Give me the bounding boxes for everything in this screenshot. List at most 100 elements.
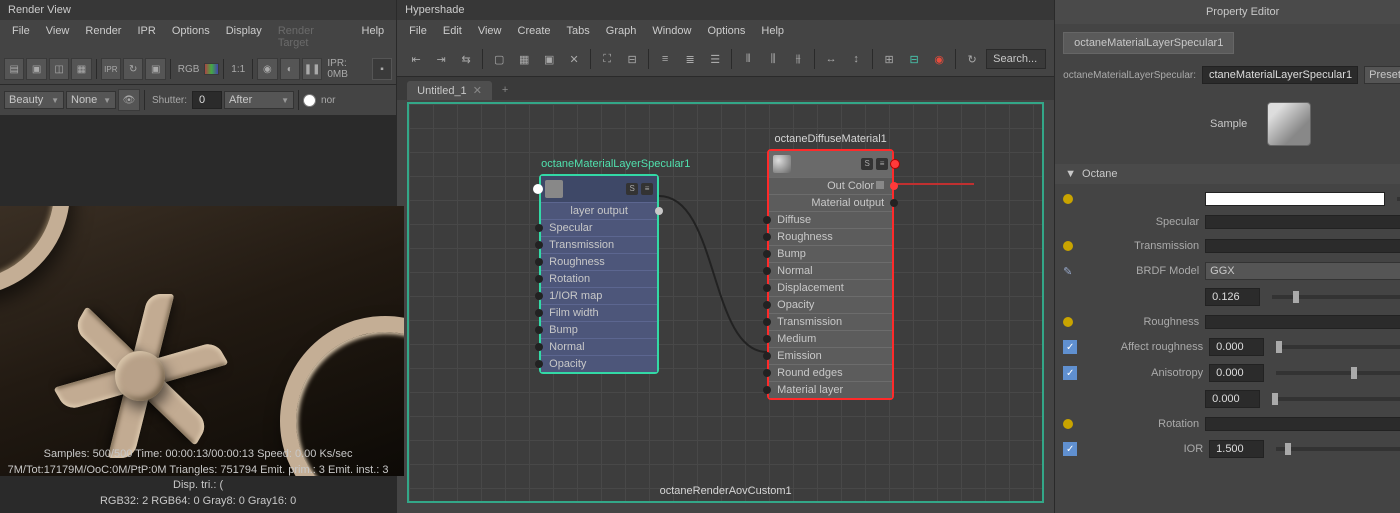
render-seq-icon[interactable]: ▦ xyxy=(71,58,91,80)
affect-roughness-checkbox[interactable]: ✓ xyxy=(1063,340,1077,354)
add-tab-button[interactable]: + xyxy=(494,81,516,100)
affect-roughness-field[interactable]: 0.000 xyxy=(1209,338,1264,356)
graph-io-icon[interactable]: ⇆ xyxy=(455,48,477,70)
solo-icon[interactable]: ◉ xyxy=(928,48,950,70)
rearrange-icon[interactable]: ▦ xyxy=(513,48,535,70)
node-opts-icon[interactable]: ≡ xyxy=(641,183,653,195)
hs-menu-help[interactable]: Help xyxy=(753,22,792,40)
align-top-icon[interactable]: ⫴ xyxy=(737,48,759,70)
status-dot-icon[interactable] xyxy=(1063,419,1073,429)
input-roughness[interactable]: Roughness xyxy=(541,253,657,270)
presets-dropdown[interactable]: Presets xyxy=(1364,66,1400,84)
add-selected-icon[interactable]: ▣ xyxy=(538,48,560,70)
node-aov-custom[interactable]: octaneRenderAovCustom1 xyxy=(409,485,1042,497)
status-dot-icon[interactable] xyxy=(1063,317,1073,327)
output-outcolor[interactable]: Out Color xyxy=(769,177,892,194)
rotation-value-field[interactable]: 0.000 xyxy=(1205,390,1260,408)
node-diffuse-material[interactable]: octaneDiffuseMaterial1 S≡ Out Color Mate… xyxy=(767,149,894,400)
specular-color-swatch[interactable] xyxy=(1205,192,1385,206)
align-left-icon[interactable]: ≡ xyxy=(654,48,676,70)
hs-menu-file[interactable]: File xyxy=(401,22,435,40)
anisotropy-checkbox[interactable]: ✓ xyxy=(1063,366,1077,380)
menu-options[interactable]: Options xyxy=(164,22,218,52)
ior-slider[interactable] xyxy=(1276,447,1400,451)
node-min-icon[interactable]: S xyxy=(626,183,638,195)
hs-menu-options[interactable]: Options xyxy=(699,22,753,40)
input-normal[interactable]: Normal xyxy=(541,338,657,355)
menu-ipr[interactable]: IPR xyxy=(129,22,163,52)
specular-tex-slot[interactable] xyxy=(1205,215,1400,229)
transmission-slot[interactable] xyxy=(1205,239,1400,253)
anisotropy-slider[interactable] xyxy=(1276,371,1400,375)
align-bottom-icon[interactable]: ⫵ xyxy=(787,48,809,70)
graph-input-icon[interactable]: ⇤ xyxy=(405,48,427,70)
tab-untitled[interactable]: Untitled_1✕ xyxy=(407,81,492,100)
port-select-icon[interactable] xyxy=(533,184,543,194)
graph-output-icon[interactable]: ⇥ xyxy=(430,48,452,70)
hs-menu-create[interactable]: Create xyxy=(510,22,559,40)
output-layer[interactable]: layer output xyxy=(541,202,657,219)
render-frame-icon[interactable]: ▤ xyxy=(4,58,24,80)
distribute-h-icon[interactable]: ↔ xyxy=(820,48,842,70)
ipr-refresh-icon[interactable]: ↻ xyxy=(123,58,143,80)
rotation-value-slider[interactable] xyxy=(1272,397,1400,401)
pass-dropdown[interactable]: Beauty▼ xyxy=(4,91,64,109)
node-min-icon[interactable]: S xyxy=(861,158,873,170)
ior-checkbox[interactable]: ✓ xyxy=(1063,442,1077,456)
exposure-icon[interactable]: ◉ xyxy=(257,58,277,80)
brdf-dropdown[interactable]: GGX▼ xyxy=(1205,262,1400,280)
refresh-icon[interactable]: ↻ xyxy=(961,48,983,70)
hs-menu-edit[interactable]: Edit xyxy=(435,22,470,40)
pause-icon[interactable]: ❚❚ xyxy=(302,58,322,80)
section-octane[interactable]: ▼Octane xyxy=(1055,164,1400,184)
gamma-icon[interactable]: ◐ xyxy=(280,58,300,80)
menu-help[interactable]: Help xyxy=(354,22,393,52)
menu-view[interactable]: View xyxy=(38,22,78,52)
input-transmission[interactable]: Transmission xyxy=(769,313,892,330)
hs-menu-graph[interactable]: Graph xyxy=(598,22,645,40)
rotation-tex-slot[interactable] xyxy=(1205,417,1400,431)
input-displacement[interactable]: Displacement xyxy=(769,279,892,296)
hs-menu-tabs[interactable]: Tabs xyxy=(559,22,598,40)
layer-dropdown[interactable]: None▼ xyxy=(66,91,116,109)
snapshot-icon[interactable]: ◫ xyxy=(49,58,69,80)
shutter-field[interactable]: 0 xyxy=(192,91,222,109)
ipr-start-icon[interactable]: IPR xyxy=(101,58,121,80)
render-viewport[interactable]: Samples: 500/500 Time: 00:00:13/00:00:13… xyxy=(0,116,396,513)
expand-icon[interactable]: ⛶ xyxy=(596,48,618,70)
input-filmwidth[interactable]: Film width xyxy=(541,304,657,321)
roughness-value-slider[interactable] xyxy=(1272,295,1400,299)
name-field[interactable]: ctaneMaterialLayerSpecular1 xyxy=(1202,66,1358,84)
rgb-toggle-icon[interactable] xyxy=(204,63,219,75)
status-dot-icon[interactable] xyxy=(1063,194,1073,204)
input-bump[interactable]: Bump xyxy=(541,321,657,338)
eye-icon[interactable]: 👁 xyxy=(118,89,140,111)
clear-graph-icon[interactable]: ▢ xyxy=(488,48,510,70)
align-center-icon[interactable]: ≣ xyxy=(679,48,701,70)
port-surface-icon[interactable] xyxy=(890,159,900,169)
menu-render[interactable]: Render xyxy=(77,22,129,52)
after-dropdown[interactable]: After▼ xyxy=(224,91,294,109)
ratio-label[interactable]: 1:1 xyxy=(228,64,248,75)
nor-radio[interactable] xyxy=(303,94,316,107)
input-roundedges[interactable]: Round edges xyxy=(769,364,892,381)
node-opts-icon[interactable]: ≡ xyxy=(876,158,888,170)
collapse-icon[interactable]: ⊟ xyxy=(621,48,643,70)
ipr-region-icon[interactable]: ▣ xyxy=(145,58,165,80)
render-region-icon[interactable]: ▣ xyxy=(26,58,46,80)
align-right-icon[interactable]: ☰ xyxy=(704,48,726,70)
distribute-v-icon[interactable]: ↕ xyxy=(845,48,867,70)
search-input[interactable]: Search... xyxy=(986,49,1046,69)
anisotropy-field[interactable]: 0.000 xyxy=(1209,364,1264,382)
remove-selected-icon[interactable]: ✕ xyxy=(563,48,585,70)
close-tab-icon[interactable]: ✕ xyxy=(473,84,482,97)
input-iormap[interactable]: 1/IOR map xyxy=(541,287,657,304)
input-diffuse[interactable]: Diffuse xyxy=(769,211,892,228)
output-material[interactable]: Material output xyxy=(769,194,892,211)
menu-file[interactable]: File xyxy=(4,22,38,52)
node-specular-layer[interactable]: octaneMaterialLayerSpecular1 S≡ layer ou… xyxy=(539,174,659,374)
selection-tab[interactable]: octaneMaterialLayerSpecular1 xyxy=(1063,32,1234,54)
input-medium[interactable]: Medium xyxy=(769,330,892,347)
input-opacity[interactable]: Opacity xyxy=(541,355,657,372)
node-graph[interactable]: octaneMaterialLayerSpecular1 S≡ layer ou… xyxy=(407,102,1044,503)
